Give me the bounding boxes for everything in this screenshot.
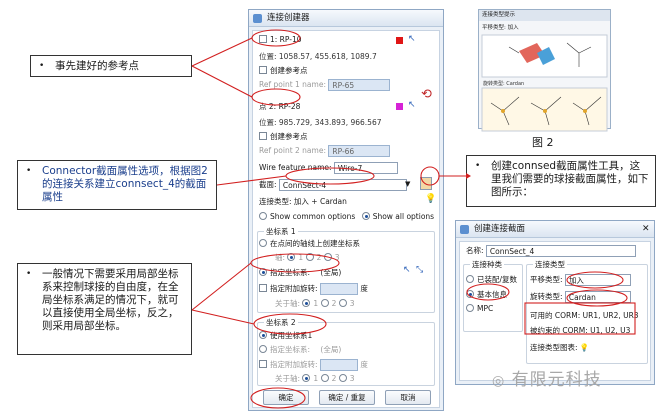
ref1-name-field[interactable]: RP-65: [328, 79, 391, 91]
cs1-axis-icon[interactable]: ⤡: [416, 265, 423, 275]
point1-color-swatch: [396, 37, 403, 44]
point2-pick-arrow-icon[interactable]: ↖: [408, 100, 416, 110]
point1-row[interactable]: 1: RP-10: [259, 35, 302, 44]
point2-create-ref[interactable]: 创建参考点: [259, 131, 308, 142]
cs1-axis-radio[interactable]: [259, 239, 267, 247]
ok-button[interactable]: 确定: [263, 390, 309, 405]
point1-checkbox[interactable]: [259, 35, 267, 43]
wechat-icon: ◎: [492, 373, 506, 389]
translate-type-select[interactable]: 加入: [564, 274, 631, 286]
ref2-name-field[interactable]: RP-66: [328, 145, 391, 157]
rotate-type-select[interactable]: Cardan: [564, 291, 631, 303]
note-create-section: • 创建connsed截面属性工具，这里我们需要的球接截面属性，如下图所示：: [466, 155, 656, 207]
point2-row[interactable]: 点 2: RP-28: [259, 101, 300, 112]
cs2-use-cs1-radio[interactable]: [259, 331, 267, 339]
cs1-extra-rot-checkbox[interactable]: [259, 284, 267, 292]
cs1-specify-radio[interactable]: [259, 268, 267, 276]
hint-bulb-icon[interactable]: 💡: [425, 194, 436, 204]
wire-name-field[interactable]: Wire-7: [333, 162, 398, 174]
ok-repeat-button[interactable]: 确定 / 重复: [319, 390, 375, 405]
swap-points-icon[interactable]: ⟲: [421, 87, 432, 102]
point2-color-swatch: [396, 103, 403, 110]
figure-2-thumbnail: 连接类型提示 平移类型: 加入 旋转类型: Cardan: [478, 9, 611, 132]
kind-basic-radio[interactable]: [466, 290, 474, 298]
create-section-icon[interactable]: [420, 177, 432, 190]
section-select[interactable]: ConnSect-4: [278, 179, 407, 191]
figure-2-diagram: 旋转类型: Cardan: [481, 34, 608, 132]
dialog2-app-icon: [460, 225, 469, 234]
show-common-radio[interactable]: [259, 212, 267, 220]
section-name-field[interactable]: ConnSect_4: [485, 245, 636, 257]
cancel-button[interactable]: 取消: [385, 390, 431, 405]
note-coord: • 一般情况下需要采用局部坐标系来控制球接的自由度，在全局坐标系满足的情况下，就可…: [17, 263, 192, 355]
kind-assembled-radio[interactable]: [466, 275, 474, 283]
cs1-rot-field[interactable]: [319, 283, 358, 295]
note-ref-points: • 事先建好的参考点: [30, 55, 192, 77]
create-connector-section-dialog: 创建连接截面 ✕ 名称: ConnSect_4 连接种类 已装配/复数 基本信息…: [455, 220, 655, 385]
dialog-app-icon: [253, 14, 262, 23]
dialog-title-bar: 连接创建器: [249, 10, 443, 27]
kind-mpc-radio[interactable]: [466, 304, 474, 312]
dialog2-close-icon[interactable]: ✕: [642, 224, 650, 234]
show-all-radio[interactable]: [361, 212, 370, 220]
watermark: ◎ 有限元科技: [492, 370, 602, 390]
note-connector: • Connector截面属性选项，根据图2的连接关系建立connsect_4的截…: [17, 160, 217, 210]
diagram-bulb-icon[interactable]: 💡: [580, 343, 589, 352]
connector-builder-dialog: 连接创建器 1: RP-10 ↖ 位置: 1058.57, 455.618, 1…: [248, 9, 444, 411]
cs1-pick-arrow-icon[interactable]: ↖: [403, 265, 411, 275]
svg-text:旋转类型: Cardan: 旋转类型: Cardan: [483, 80, 524, 87]
section-dropdown-arrow-icon[interactable]: ▼: [405, 180, 410, 188]
point1-create-ref[interactable]: 创建参考点: [259, 65, 308, 76]
point1-pick-arrow-icon[interactable]: ↖: [408, 34, 416, 44]
figure-2-caption: 图 2: [532, 136, 554, 149]
